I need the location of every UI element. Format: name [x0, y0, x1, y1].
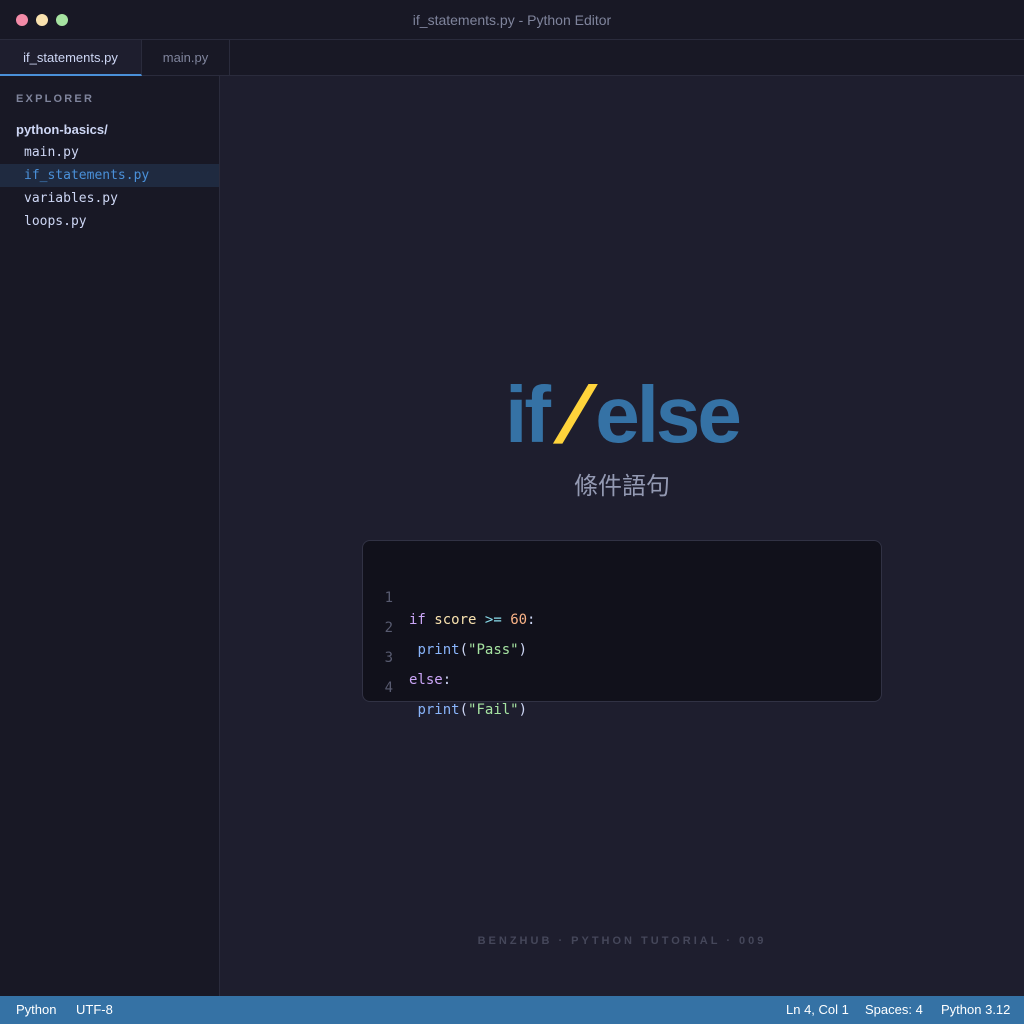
status-encoding[interactable]: UTF-8: [76, 996, 113, 1024]
code-line: 4 print("Fail"): [363, 655, 881, 718]
hero-slash: /: [552, 370, 591, 459]
file-variables-py[interactable]: variables.py: [0, 187, 219, 210]
hero-else: else: [595, 370, 742, 459]
code-token: (: [459, 702, 469, 718]
file-if-statements-py[interactable]: if_statements.py: [0, 164, 219, 187]
tab-bar: if_statements.py main.py: [0, 40, 1024, 76]
title-bar: if_statements.py - Python Editor: [0, 0, 1024, 40]
tab-if-statements[interactable]: if_statements.py: [0, 40, 142, 76]
code-line: 3 else:: [363, 625, 881, 688]
code-token: "Fail": [468, 702, 519, 718]
code-line: 2 print("Pass"): [363, 595, 881, 658]
code-token: ): [518, 702, 528, 718]
code-line: 1 if score >= 60:: [363, 565, 881, 628]
status-indentation[interactable]: Spaces: 4: [865, 996, 923, 1024]
tab-main[interactable]: main.py: [142, 40, 230, 76]
editor-main: if/else 條件語句 1 if score >= 60: 2 print("…: [220, 76, 1024, 996]
status-language[interactable]: Python: [16, 996, 56, 1024]
folder-python-basics[interactable]: python-basics/: [16, 122, 108, 137]
status-interpreter[interactable]: Python 3.12: [941, 996, 1010, 1024]
file-loops-py[interactable]: loops.py: [0, 210, 219, 233]
status-cursor-position[interactable]: Ln 4, Col 1: [786, 996, 849, 1024]
hero-title: if/else: [220, 370, 1024, 460]
hero-subtitle: 條件語句: [574, 472, 670, 500]
code-token: print: [417, 702, 460, 718]
window-title: if_statements.py - Python Editor: [412, 12, 612, 28]
footer-credit: BENZHUB · PYTHON TUTORIAL · 009: [477, 935, 767, 947]
explorer-heading: EXPLORER: [16, 93, 95, 105]
file-main-py[interactable]: main.py: [0, 141, 219, 164]
code-block: 1 if score >= 60: 2 print("Pass") 3 else…: [362, 540, 882, 718]
hero-if: if: [505, 370, 551, 459]
sidebar-explorer: EXPLORER python-basics/ main.py if_state…: [0, 76, 220, 996]
line-number: 4: [384, 680, 393, 696]
status-bar: Python UTF-8 Ln 4, Col 1 Spaces: 4 Pytho…: [0, 996, 1024, 1024]
